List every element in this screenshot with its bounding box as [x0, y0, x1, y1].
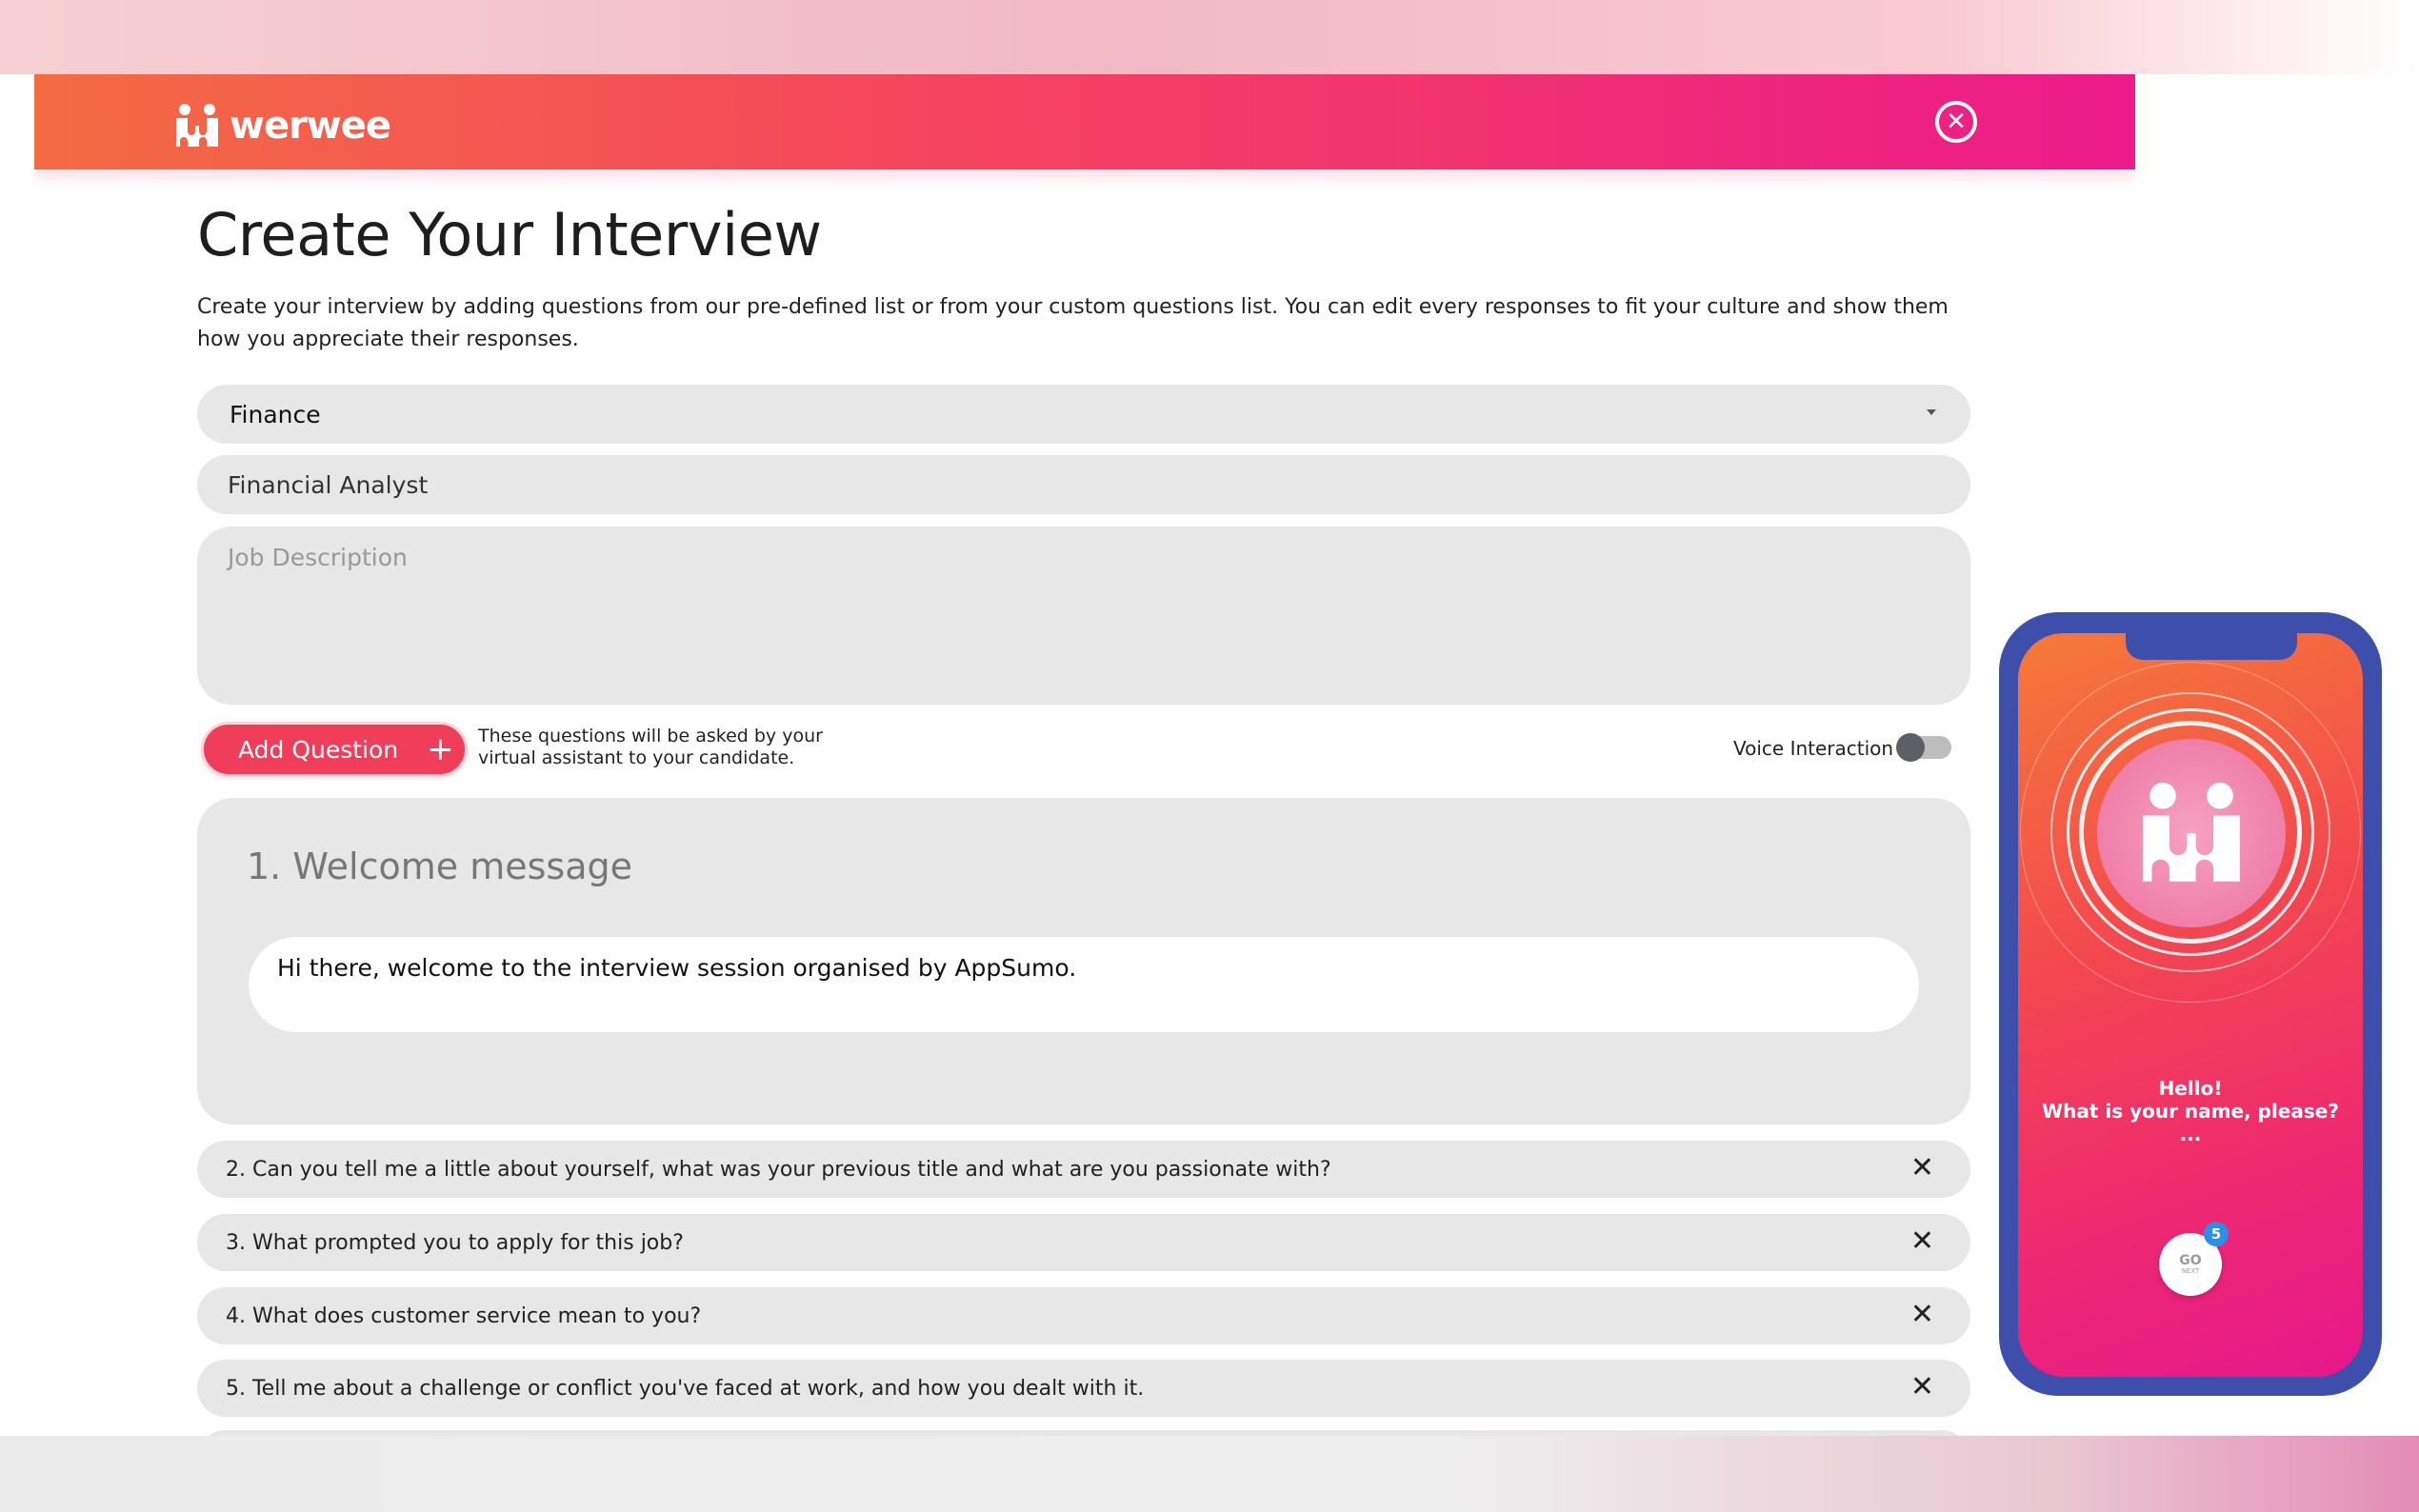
chevron-down-icon [1927, 409, 1936, 415]
assistant-question: What is your name, please? [2042, 1100, 2339, 1123]
page-title: Create Your Interview [197, 200, 822, 269]
voice-interaction-toggle[interactable] [1896, 733, 1951, 762]
count-badge: 5 [2204, 1222, 2229, 1246]
question-answer-input[interactable]: Hi there, welcome to the interview sessi… [249, 937, 1919, 1032]
remove-question-icon[interactable]: ✕ [1910, 1301, 1934, 1329]
question-row[interactable]: 4. What does customer service mean to yo… [197, 1287, 1970, 1344]
phone-notch [2126, 633, 2297, 660]
add-question-label: Add Question [238, 735, 399, 764]
question-row[interactable]: 5. Tell me about a challenge or conflict… [197, 1360, 1970, 1417]
voice-interaction-label: Voice Interaction [1733, 737, 1894, 760]
close-icon[interactable]: ✕ [1935, 101, 1977, 143]
phone-preview: Hello! What is your name, please? ... GO… [1999, 612, 2382, 1396]
brand-name: werwee [230, 104, 391, 148]
question-label: 3. What prompted you to apply for this j… [226, 1230, 684, 1255]
add-question-button[interactable]: Add Question + [201, 722, 468, 777]
category-select-value: Finance [230, 400, 321, 428]
add-question-hint: These questions will be asked by your vi… [478, 726, 823, 768]
question-label: 5. Tell me about a challenge or conflict… [226, 1376, 1145, 1401]
job-description-placeholder: Job Description [228, 544, 408, 571]
remove-question-icon[interactable]: ✕ [1910, 1154, 1934, 1183]
assistant-greeting: Hello! [2158, 1077, 2223, 1100]
werwee-logo-icon [2143, 782, 2240, 882]
toggle-knob [1896, 733, 1925, 762]
question-row[interactable]: 3. What prompted you to apply for this j… [197, 1214, 1970, 1271]
question-row[interactable]: 2. Can you tell me a little about yourse… [197, 1141, 1970, 1198]
app-header: werwee ✕ [34, 74, 2135, 169]
remove-question-icon[interactable]: ✕ [1910, 1227, 1934, 1256]
page-intro: Create your interview by adding question… [197, 295, 1949, 351]
job-title-value: Financial Analyst [228, 470, 429, 499]
bottom-band [0, 1436, 2419, 1512]
next-label: NEXT [2181, 1266, 2200, 1275]
job-title-input[interactable]: Financial Analyst [197, 455, 1970, 514]
typing-indicator: ... [2179, 1123, 2202, 1145]
brand-logo[interactable]: werwee [172, 99, 391, 152]
question-row-partial[interactable] [197, 1430, 1970, 1436]
top-band [0, 0, 2419, 74]
assistant-message: Hello! What is your name, please? ... [2018, 1077, 2363, 1145]
question-card-expanded[interactable]: 1. Welcome message Hi there, welcome to … [197, 798, 1970, 1124]
job-description-textarea[interactable]: Job Description [197, 527, 1970, 705]
plus-icon: + [427, 730, 454, 768]
question-label: 2. Can you tell me a little about yourse… [226, 1157, 1331, 1182]
question-title: 1. Welcome message [247, 846, 633, 887]
question-label: 4. What does customer service mean to yo… [226, 1303, 702, 1328]
assistant-avatar [2097, 739, 2286, 927]
go-label: GO [2179, 1252, 2202, 1268]
remove-question-icon[interactable]: ✕ [1910, 1373, 1934, 1402]
category-select[interactable]: Finance [197, 385, 1970, 444]
werwee-logo-icon [176, 104, 218, 147]
phone-screen: Hello! What is your name, please? ... GO… [2018, 633, 2363, 1377]
app-window: werwee ✕ Create Your Interview Create yo… [34, 74, 2135, 1436]
